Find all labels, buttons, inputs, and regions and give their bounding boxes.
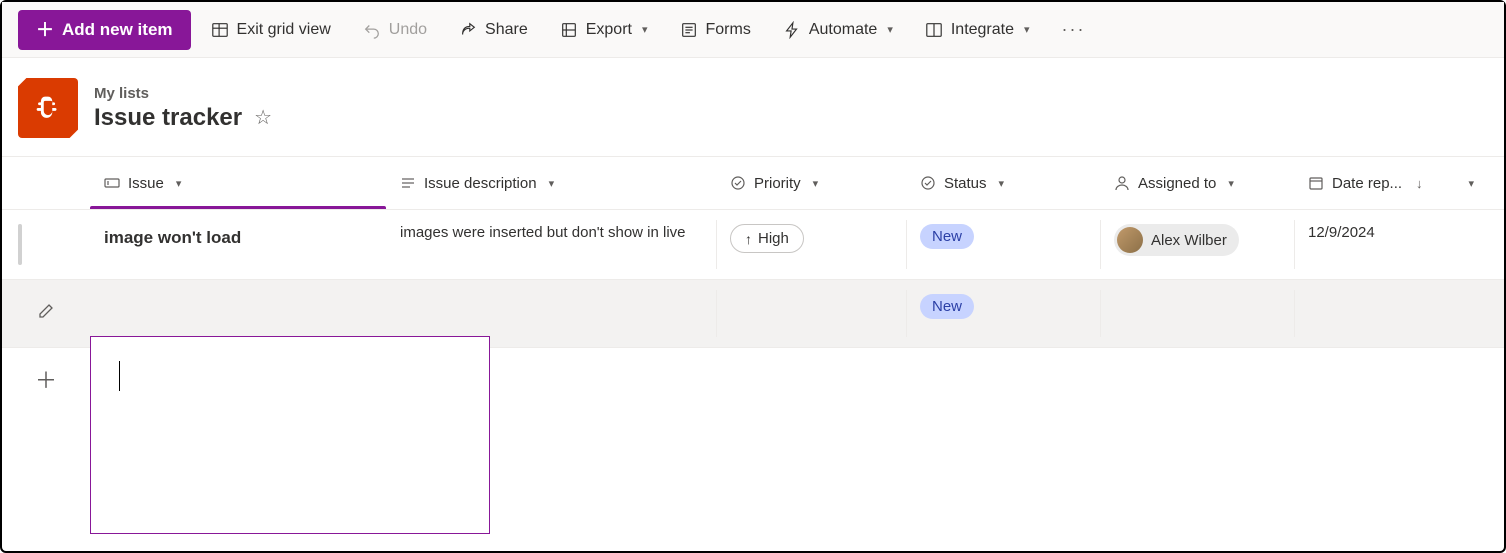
person-name: Alex Wilber (1151, 232, 1227, 249)
grid-icon (211, 21, 229, 39)
cell-date[interactable]: 12/9/2024 (1294, 210, 1488, 279)
chevron-down-icon: ▾ (1024, 23, 1030, 36)
person-icon (1114, 175, 1130, 191)
plus-icon: ＋ (36, 21, 54, 39)
cell-issue[interactable]: image won't load (90, 210, 386, 279)
cell-status[interactable]: New (906, 210, 1100, 279)
column-issue-label: Issue (128, 175, 164, 192)
edit-row-indicator (2, 280, 90, 347)
sort-descending-icon: ↓ (1416, 176, 1423, 191)
person-chip: Alex Wilber (1114, 224, 1239, 256)
add-new-item-button[interactable]: ＋ Add new item (18, 10, 191, 50)
cell-editor-popup[interactable] (90, 336, 490, 534)
column-assigned-label: Assigned to (1138, 175, 1216, 192)
status-badge: New (920, 294, 974, 319)
cell-description[interactable]: images were inserted but don't show in l… (386, 210, 716, 279)
chevron-down-icon: ▾ (887, 23, 893, 36)
column-status-label: Status (944, 175, 987, 192)
automate-label: Automate (809, 21, 877, 39)
column-header-assigned[interactable]: Assigned to ▾ (1100, 157, 1294, 209)
chevron-down-icon: ▾ (1228, 177, 1234, 190)
cell-assigned[interactable]: Alex Wilber (1100, 210, 1294, 279)
share-button[interactable]: Share (447, 13, 540, 47)
priority-pill: ↑ High (730, 224, 804, 253)
favorite-star-button[interactable]: ☆ (254, 105, 272, 130)
export-icon (560, 21, 578, 39)
chevron-down-icon: ▾ (176, 177, 182, 190)
chevron-down-icon: ▾ (1468, 177, 1474, 190)
list-header: My lists Issue tracker ☆ (2, 58, 1504, 156)
column-date-label: Date rep... (1332, 175, 1402, 192)
automate-icon (783, 21, 801, 39)
chevron-down-icon: ▾ (549, 177, 555, 190)
date-value: 12/9/2024 (1308, 224, 1375, 241)
forms-label: Forms (706, 21, 751, 39)
undo-icon (363, 21, 381, 39)
more-commands-button[interactable]: ··· (1050, 11, 1098, 48)
grid-header-row: Issue ▾ Issue description ▾ Priority ▾ S… (2, 157, 1504, 209)
column-priority-label: Priority (754, 175, 801, 192)
forms-icon (680, 21, 698, 39)
row-indicator (18, 224, 22, 265)
integrate-label: Integrate (951, 21, 1014, 39)
column-header-date[interactable]: Date rep... ↓ ▾ (1294, 157, 1488, 209)
column-header-status[interactable]: Status ▾ (906, 157, 1100, 209)
share-label: Share (485, 21, 528, 39)
undo-label: Undo (389, 21, 427, 39)
cell-priority[interactable]: ↑ High (716, 210, 906, 279)
exit-grid-view-button[interactable]: Exit grid view (199, 13, 343, 47)
list-icon (18, 78, 78, 138)
arrow-up-icon: ↑ (745, 231, 752, 247)
export-button[interactable]: Export ▾ (548, 13, 660, 47)
text-cursor (119, 361, 120, 391)
add-new-item-label: Add new item (62, 20, 173, 40)
chevron-down-icon: ▾ (642, 23, 648, 36)
calendar-icon (1308, 175, 1324, 191)
forms-button[interactable]: Forms (668, 13, 763, 47)
multiline-icon (400, 175, 416, 191)
command-bar: ＋ Add new item Exit grid view Undo Share… (2, 2, 1504, 58)
page-title: Issue tracker (94, 104, 242, 132)
chevron-down-icon: ▾ (999, 177, 1005, 190)
bug-icon (31, 91, 65, 125)
priority-value: High (758, 230, 789, 247)
column-header-priority[interactable]: Priority ▾ (716, 157, 906, 209)
export-label: Export (586, 21, 632, 39)
undo-button[interactable]: Undo (351, 13, 439, 47)
column-header-issue[interactable]: Issue ▾ (90, 157, 386, 209)
automate-button[interactable]: Automate ▾ (771, 13, 905, 47)
status-badge: New (920, 224, 974, 249)
cell-date[interactable] (1294, 280, 1488, 347)
table-row[interactable]: image won't load images were inserted bu… (2, 209, 1504, 279)
text-field-icon (104, 175, 120, 191)
choice-icon (920, 175, 936, 191)
choice-icon (730, 175, 746, 191)
add-row-button[interactable]: ＋ (2, 348, 90, 409)
exit-grid-view-label: Exit grid view (237, 21, 331, 39)
breadcrumb[interactable]: My lists (94, 85, 272, 102)
column-description-label: Issue description (424, 175, 537, 192)
share-icon (459, 21, 477, 39)
integrate-button[interactable]: Integrate ▾ (913, 13, 1042, 47)
cell-priority[interactable] (716, 280, 906, 347)
cell-assigned[interactable] (1100, 280, 1294, 347)
avatar (1117, 227, 1143, 253)
column-header-description[interactable]: Issue description ▾ (386, 157, 716, 209)
chevron-down-icon: ▾ (813, 177, 819, 190)
pencil-icon (38, 303, 54, 324)
integrate-icon (925, 21, 943, 39)
cell-status[interactable]: New (906, 280, 1100, 347)
